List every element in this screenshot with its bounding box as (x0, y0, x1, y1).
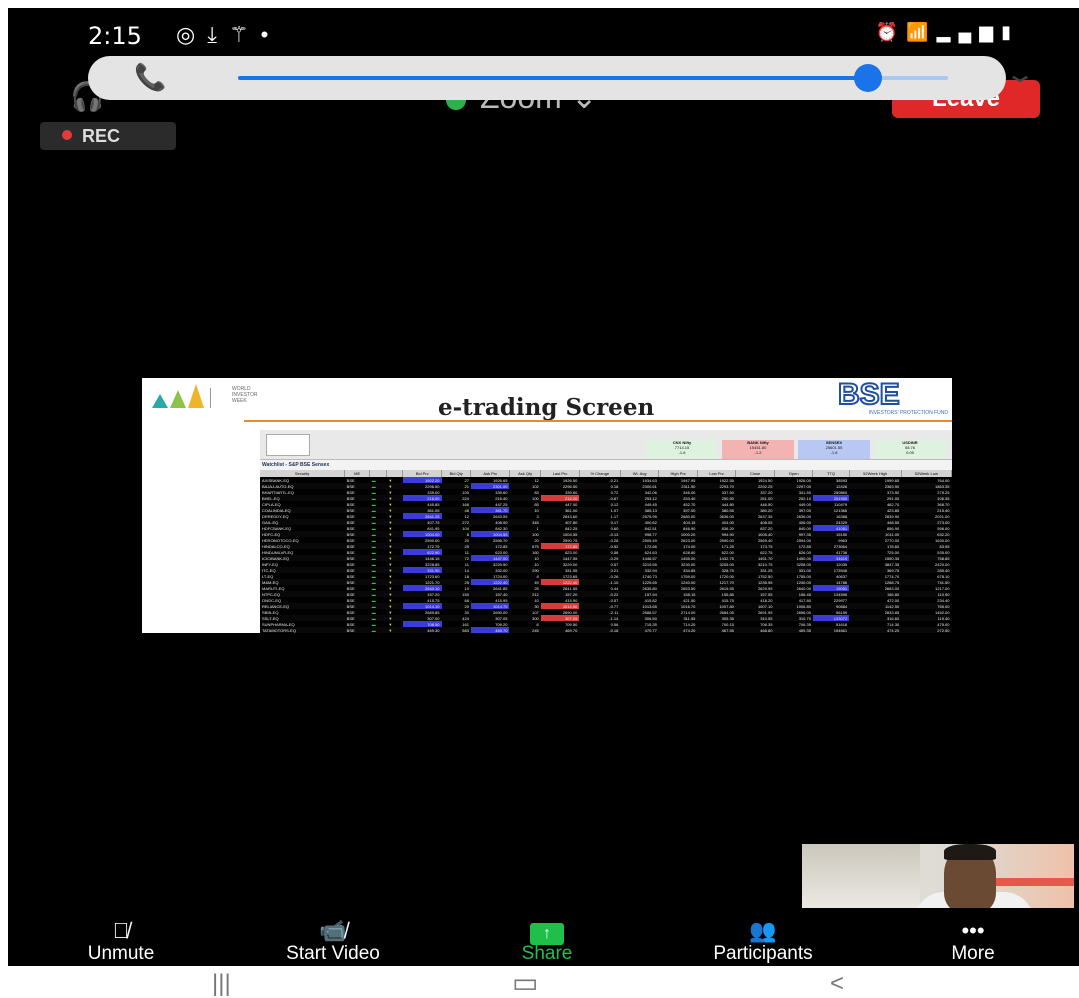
column-header: % Change (579, 470, 621, 477)
column-header (369, 470, 387, 477)
volume-slider-thumb[interactable] (854, 64, 882, 92)
recording-badge: REC (40, 122, 176, 150)
expand-chevron-icon[interactable]: ⌄ (1004, 60, 1036, 89)
muted-mic-icon: 🎙̸ (112, 918, 130, 943)
self-video-thumbnail[interactable] (802, 844, 1074, 908)
share-button[interactable]: ↑ Share (462, 918, 632, 966)
column-header: 52Week High (849, 470, 902, 477)
android-nav-bar: ||| ▭ < (0, 966, 1079, 998)
share-label: Share (521, 943, 573, 964)
home-icon[interactable]: ▭ (512, 966, 538, 998)
volume-track-filled (238, 76, 868, 80)
more-dots-icon: ••• (961, 918, 985, 943)
volte-signal-icon: ▂▄▆ (936, 22, 1002, 42)
shared-screen-slide: WORLD INVESTOR WEEK BSE INVESTORS' PROTE… (142, 378, 952, 633)
magic-wand-icon: ⚚ (228, 22, 261, 47)
index-tile: SENSEX 25601.55 -1.8 (798, 440, 870, 459)
status-left-icons: ◎⤓⚚• (176, 22, 280, 48)
download-icon: ⤓ (207, 22, 229, 47)
recent-apps-icon[interactable]: ||| (212, 970, 231, 998)
whatsapp-icon: ◎ (176, 22, 208, 47)
alarm-icon: ⏰ (875, 22, 907, 42)
background-shelf (802, 844, 920, 908)
title-rule (244, 420, 952, 422)
dot-icon: • (260, 22, 281, 47)
zoom-screen: 2:15 ◎⤓⚚• ⏰📶▂▄▆▮ 🎧 Zoom ⌄ Leave 📞 ⌄ REC … (8, 8, 1079, 966)
participants-label: Participants (713, 943, 813, 964)
status-right-icons: ⏰📶▂▄▆▮ (876, 22, 1019, 43)
column-header (386, 470, 404, 477)
column-header: Bid Prc (402, 470, 442, 477)
meeting-toolbar: 🎙̸ Unmute 📹̸ Start Video ↑ Share 👥 Parti… (8, 914, 1079, 966)
column-header: Ask Prc (470, 470, 510, 477)
world-investor-week-text: WORLD INVESTOR WEEK (232, 386, 258, 404)
back-icon[interactable]: < (830, 970, 844, 998)
trading-terminal: CNX Nifty 7714.15 -1.6 BANK Nifty 15451.80 -1… (260, 430, 952, 633)
bse-tagline: INVESTORS' PROTECTION FUND (868, 410, 948, 416)
column-header: Wt. Avg (620, 470, 660, 477)
person-hair (944, 844, 996, 860)
more-button[interactable]: ••• More (888, 918, 1058, 966)
column-header: Open (774, 470, 814, 477)
market-watch-table: Security ME Bid Prc Bid Qty Ask Prc Ask Qty La… (260, 470, 952, 633)
column-header: Last Prc (540, 470, 580, 477)
watchlist-label: Watchlist - S&P BSE Sensex (262, 462, 330, 468)
start-video-label: Start Video (286, 943, 380, 964)
start-video-button[interactable]: 📹̸ Start Video (248, 918, 418, 966)
svg-text:BSE: BSE (838, 378, 900, 408)
column-header: Security (260, 470, 346, 477)
column-header: ME (344, 470, 371, 477)
slide-title: e-trading Screen (438, 394, 655, 421)
column-header: Close (735, 470, 775, 477)
index-tile: CNX Nifty 7714.15 -1.6 (646, 440, 718, 459)
unmute-button[interactable]: 🎙̸ Unmute (36, 918, 206, 966)
battery-icon: ▮ (1001, 22, 1019, 42)
column-header: TTQ (812, 470, 850, 477)
participants-button[interactable]: 👥 Participants (678, 918, 848, 966)
globe-icon (266, 434, 310, 456)
participants-icon: 👥 (749, 918, 777, 943)
index-tile: USDINR 58.76 0.05 (874, 440, 946, 459)
phone-icon: 📞 (134, 62, 167, 92)
wifi-icon: 📶 (906, 22, 937, 42)
record-dot-icon (62, 130, 72, 141)
more-label: More (951, 943, 995, 964)
column-header: Low Prc (697, 470, 737, 477)
status-time: 2:15 (88, 22, 142, 50)
background-stripe (994, 878, 1074, 886)
column-header: Bid Qty (441, 470, 472, 477)
column-header: 52Week Low (901, 470, 952, 477)
call-volume-overlay: 📞 ⌄ (88, 56, 1036, 100)
bse-logo: BSE (838, 378, 901, 408)
share-icon: ↑ (462, 918, 632, 945)
rec-label: REC (82, 126, 121, 146)
terminal-top-bar: CNX Nifty 7714.15 -1.6 BANK Nifty 15451.80 -1… (260, 430, 952, 460)
index-tile: BANK Nifty 15451.80 -1.2 (722, 440, 794, 459)
status-bar: 2:15 ◎⤓⚚• ⏰📶▂▄▆▮ (8, 8, 1079, 60)
video-off-icon: 📹̸ (319, 918, 347, 943)
column-header: Ask Qty (509, 470, 542, 477)
unmute-label: Unmute (87, 943, 155, 964)
column-header: High Prc (658, 470, 698, 477)
